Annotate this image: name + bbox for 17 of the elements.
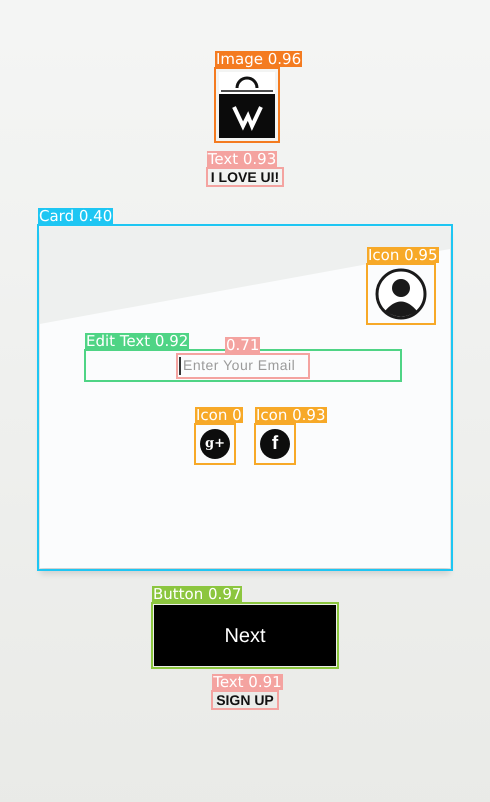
detection-label: Card 0.40 (38, 208, 114, 224)
detection-label: Icon 0 (195, 407, 243, 423)
detection-label: Button 0.97 (152, 586, 242, 602)
tagline-text: I LOVE UI! (210, 170, 280, 184)
detection-label: 0.71 (225, 336, 260, 352)
google-plus-icon[interactable]: g+ (200, 429, 230, 459)
user-avatar-icon[interactable] (375, 268, 427, 320)
detection-label: Icon 0.95 (367, 247, 439, 263)
detection-label: Icon 0.93 (255, 407, 327, 423)
detection-label: Text 0.91 (212, 674, 283, 690)
facebook-icon[interactable]: f (260, 429, 290, 459)
next-button[interactable]: Next (154, 605, 336, 666)
detection-label: Image 0.96 (215, 51, 302, 67)
sign-up-link[interactable]: SIGN UP (214, 693, 276, 707)
email-field[interactable]: Enter Your Email (179, 356, 307, 374)
detection-label: Edit Text 0.92 (85, 333, 190, 349)
detection-label: Text 0.93 (206, 151, 278, 167)
